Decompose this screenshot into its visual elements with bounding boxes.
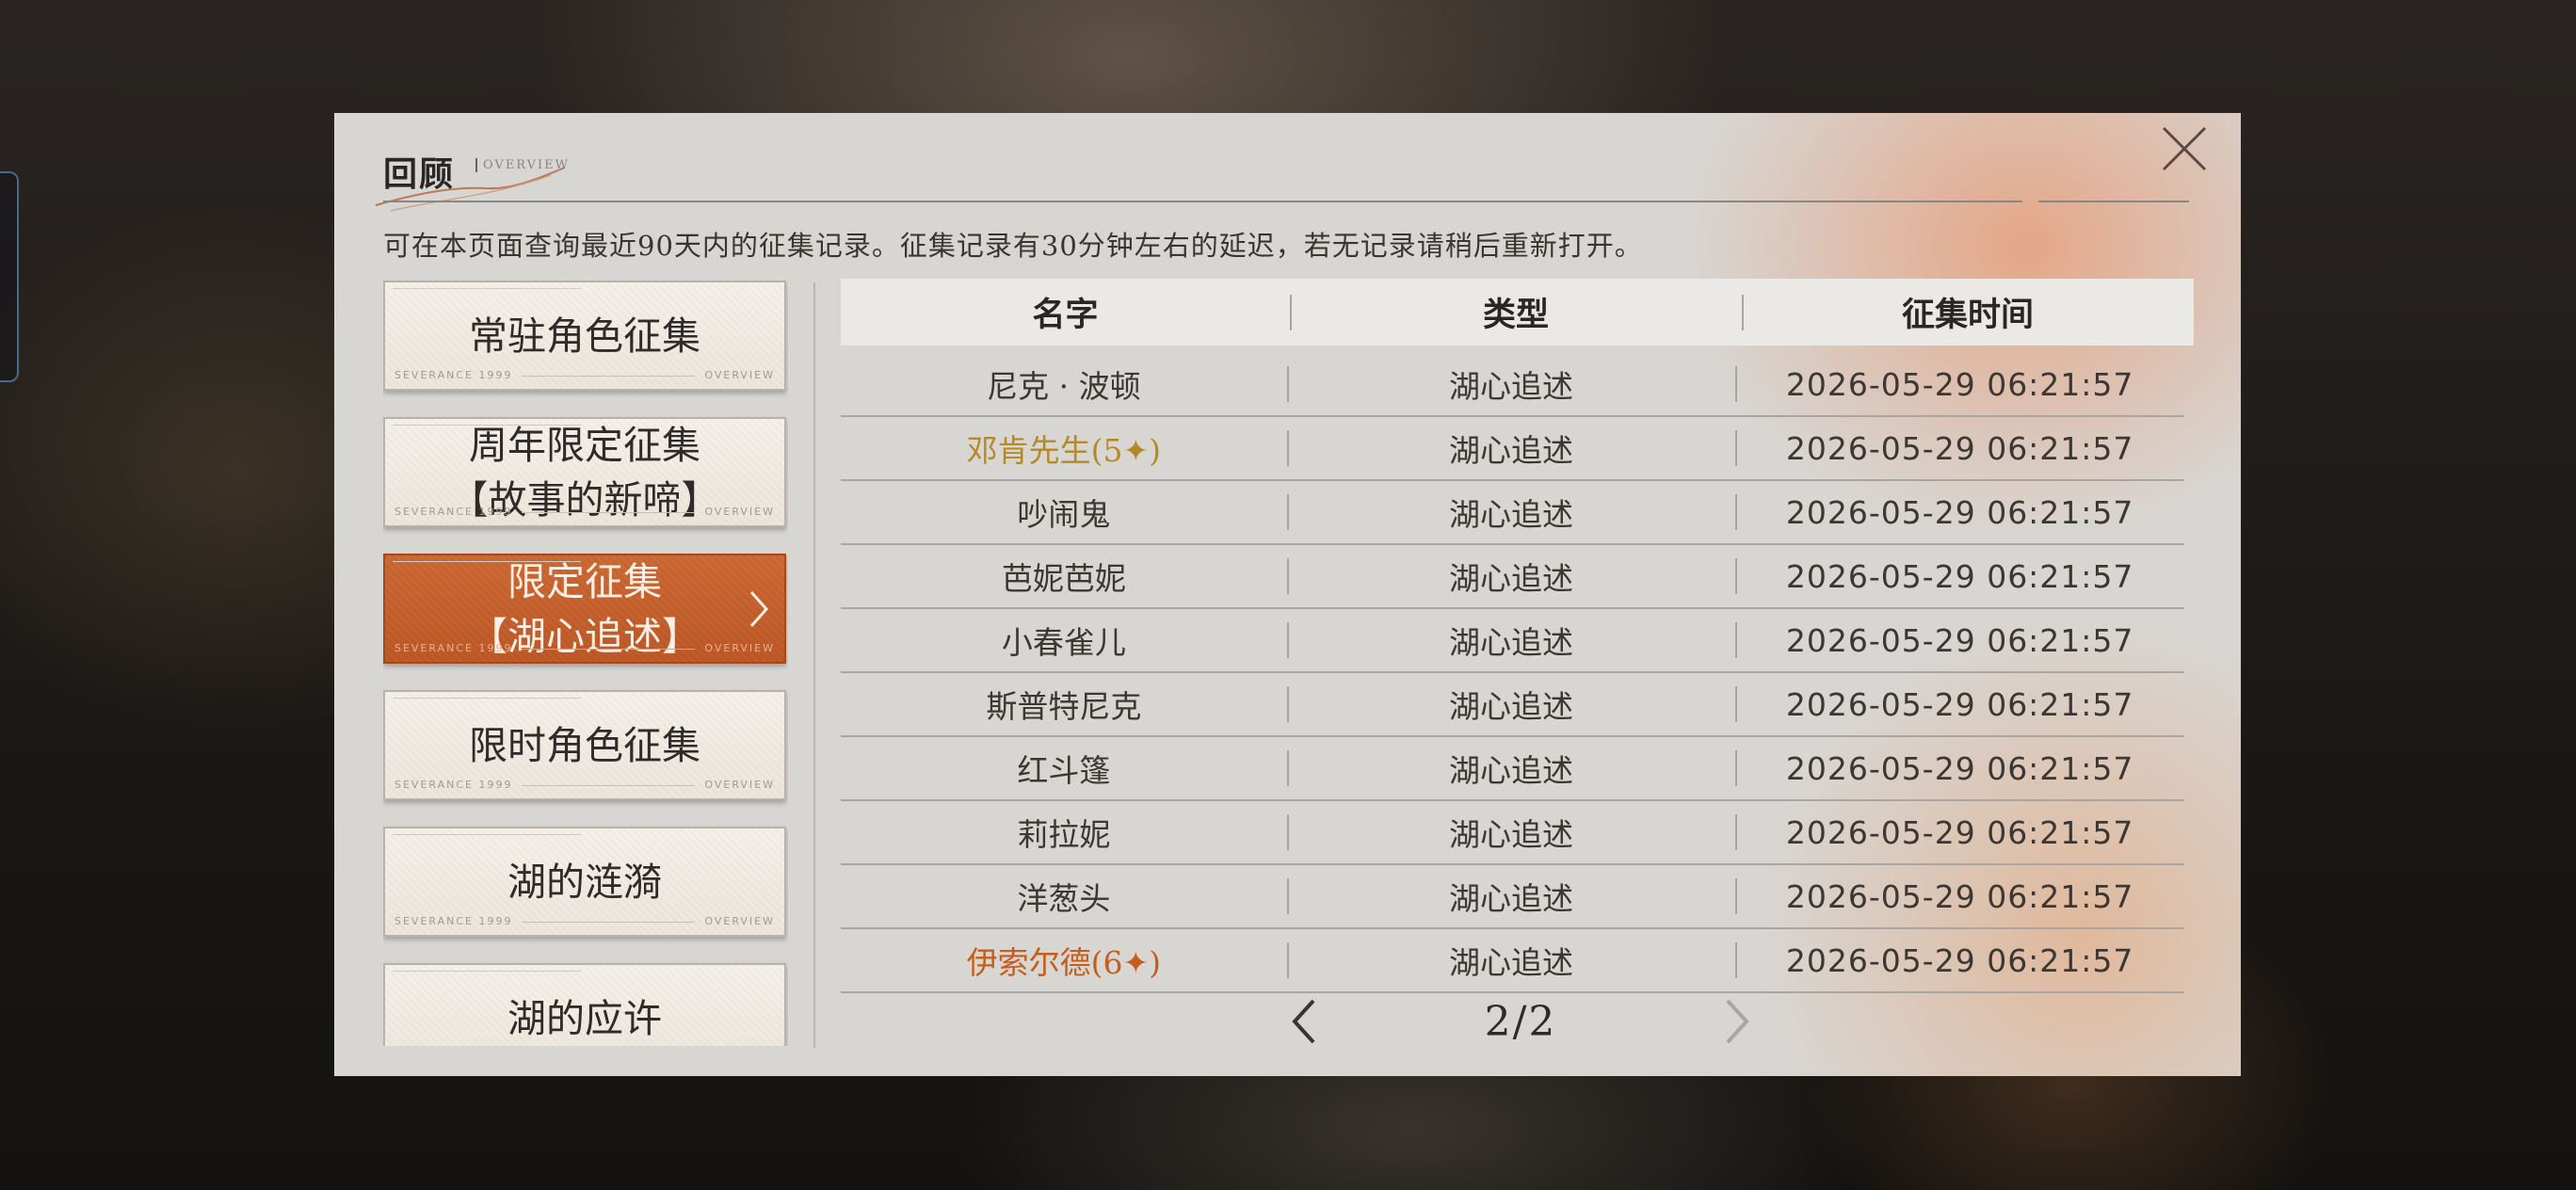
row-name: 莉拉妮 [1017, 816, 1111, 853]
deco-line [393, 425, 581, 426]
deco-left-text: SEVERANCE 1999 [394, 1031, 512, 1046]
deco-right-text: OVERVIEW [704, 369, 775, 381]
row-time: 2026-05-29 06:21:57 [1735, 750, 2184, 787]
chevron-right-icon [749, 590, 769, 627]
row-time: 2026-05-29 06:21:57 [1735, 558, 2184, 595]
deco-line [393, 561, 581, 562]
deco-line [522, 784, 696, 786]
table-row: 洋葱头 湖心追述 2026-05-29 06:21:57 [841, 865, 2184, 929]
sidebar-item-3[interactable]: 限时角色征集 SEVERANCE 1999 OVERVIEW [383, 690, 786, 800]
deco-left-text: SEVERANCE 1999 [394, 642, 513, 654]
row-type: 湖心追述 [1287, 426, 1736, 471]
header-time: 征集时间 [1742, 288, 2194, 336]
table-row: 尼克 · 波顿 湖心追述 2026-05-29 06:21:57 [841, 353, 2184, 417]
row-time: 2026-05-29 06:21:57 [1735, 878, 2184, 915]
row-time: 2026-05-29 06:21:57 [1735, 494, 2184, 531]
row-type: 湖心追述 [1287, 874, 1736, 919]
deco-right-text: OVERVIEW [704, 915, 775, 927]
sidebar-item-label: 湖的应许 [507, 995, 662, 1041]
deco-line [522, 511, 696, 513]
sidebar-divider [813, 282, 815, 1048]
close-icon [2162, 126, 2207, 171]
title-rule [383, 201, 1993, 202]
header-name: 名字 [1032, 296, 1099, 334]
deco-right-text: OVERVIEW [704, 506, 775, 518]
row-name: 洋葱头 [1017, 880, 1111, 917]
table-row: 小春雀儿 湖心追述 2026-05-29 06:21:57 [841, 609, 2184, 673]
row-type: 湖心追述 [1287, 810, 1736, 855]
deco-line [393, 288, 581, 289]
header-type: 类型 [1290, 288, 1742, 336]
row-type: 湖心追述 [1287, 938, 1736, 983]
dialog-title: 回顾 [383, 154, 456, 194]
chevron-right-icon[interactable] [1718, 995, 1756, 1048]
row-name: 伊索尔德(6✦) [966, 944, 1162, 981]
row-time: 2026-05-29 06:21:57 [1735, 622, 2184, 659]
row-name: 小春雀儿 [1001, 624, 1126, 661]
deco-line [393, 971, 581, 972]
table-row: 伊索尔德(6✦) 湖心追述 2026-05-29 06:21:57 [841, 929, 2184, 993]
deco-line [522, 921, 696, 923]
row-name: 斯普特尼克 [986, 688, 1142, 725]
pager: 2/2 [1285, 993, 1756, 1050]
overview-dialog: 回顾 OVERVIEW 可在本页面查询最近90天内的征集记录。征集记录有30分钟… [334, 113, 2241, 1076]
table-row: 芭妮芭妮 湖心追述 2026-05-29 06:21:57 [841, 545, 2184, 609]
deco-left-text: SEVERANCE 1999 [394, 779, 513, 791]
sidebar-item-deco: SEVERANCE 1999 OVERVIEW [394, 779, 775, 791]
row-type: 湖心追述 [1287, 490, 1736, 535]
row-type: 湖心追述 [1287, 746, 1736, 791]
edge-tab[interactable] [0, 171, 19, 382]
deco-line [393, 698, 581, 699]
table-header: 名字 类型 征集时间 [841, 279, 2194, 346]
deco-line [393, 834, 581, 835]
sidebar-item-5[interactable]: 湖的应许SEVERANCE 1999 OVERVIEW [383, 963, 786, 1046]
sidebar-item-label: 湖的涟漪 [507, 859, 662, 905]
sidebar-item-4[interactable]: 湖的涟漪 SEVERANCE 1999 OVERVIEW [383, 827, 786, 937]
row-name: 邓肯先生(5✦) [966, 432, 1162, 469]
chevron-left-icon[interactable] [1285, 995, 1323, 1048]
row-time: 2026-05-29 06:21:57 [1735, 686, 2184, 723]
row-name: 吵闹鬼 [1017, 496, 1111, 533]
close-button[interactable] [2156, 121, 2213, 177]
row-type: 湖心追述 [1287, 618, 1736, 663]
row-type: 湖心追述 [1287, 554, 1736, 599]
title-rule [1966, 201, 2022, 202]
sidebar-item-deco: SEVERANCE 1999 OVERVIEW [394, 369, 775, 381]
sidebar-item-deco: SEVERANCE 1999 OVERVIEW [394, 506, 775, 518]
sidebar-item-deco: SEVERANCE 1999 OVERVIEW [394, 642, 775, 654]
deco-left-text: SEVERANCE 1999 [394, 506, 513, 518]
row-name: 芭妮芭妮 [1001, 560, 1126, 597]
table-row: 莉拉妮 湖心追述 2026-05-29 06:21:57 [841, 801, 2184, 865]
row-time: 2026-05-29 06:21:57 [1735, 814, 2184, 851]
table-row: 邓肯先生(5✦) 湖心追述 2026-05-29 06:21:57 [841, 417, 2184, 481]
deco-left-text: SEVERANCE 1999 [394, 369, 513, 381]
records-table: 名字 类型 征集时间 尼克 · 波顿 湖心追述 2026-05-29 06:21:5… [841, 279, 2194, 993]
dialog-title-sub: OVERVIEW [475, 158, 570, 172]
deco-line [522, 375, 696, 377]
sidebar-item-0[interactable]: 常驻角色征集 SEVERANCE 1999 OVERVIEW [383, 281, 786, 391]
page-indicator: 2/2 [1484, 997, 1557, 1046]
row-name: 尼克 · 波顿 [987, 368, 1141, 405]
deco-line [522, 648, 696, 650]
sidebar-item-deco: SEVERANCE 1999 OVERVIEW [394, 915, 775, 927]
deco-left-text: SEVERANCE 1999 [394, 915, 513, 927]
notice-text: 可在本页面查询最近90天内的征集记录。征集记录有30分钟左右的延迟，若无记录请稍… [383, 230, 1643, 262]
table-body: 尼克 · 波顿 湖心追述 2026-05-29 06:21:57 邓肯先生(5✦) 湖心… [841, 353, 2194, 993]
row-time: 2026-05-29 06:21:57 [1735, 942, 2184, 979]
row-time: 2026-05-29 06:21:57 [1735, 430, 2184, 467]
deco-right-text: OVERVIEW [704, 1031, 775, 1046]
table-row: 斯普特尼克 湖心追述 2026-05-29 06:21:57 [841, 673, 2184, 737]
table-row: 红斗篷 湖心追述 2026-05-29 06:21:57 [841, 737, 2184, 801]
row-name: 红斗篷 [1017, 752, 1111, 789]
category-sidebar: 常驻角色征集 SEVERANCE 1999 OVERVIEW 周年限定征集 【故事的新… [383, 281, 788, 1046]
table-row: 吵闹鬼 湖心追述 2026-05-29 06:21:57 [841, 481, 2184, 545]
row-type: 湖心追述 [1287, 682, 1736, 727]
deco-right-text: OVERVIEW [704, 779, 775, 791]
sidebar-item-2[interactable]: 限定征集 【湖心追述】 SEVERANCE 1999 OVERVIEW [383, 554, 786, 664]
row-time: 2026-05-29 06:21:57 [1735, 366, 2184, 403]
row-type: 湖心追述 [1287, 362, 1736, 407]
deco-right-text: OVERVIEW [704, 642, 775, 654]
title-rule [2038, 201, 2189, 202]
sidebar-item-1[interactable]: 周年限定征集 【故事的新啼】 SEVERANCE 1999 OVERVIEW [383, 417, 786, 527]
